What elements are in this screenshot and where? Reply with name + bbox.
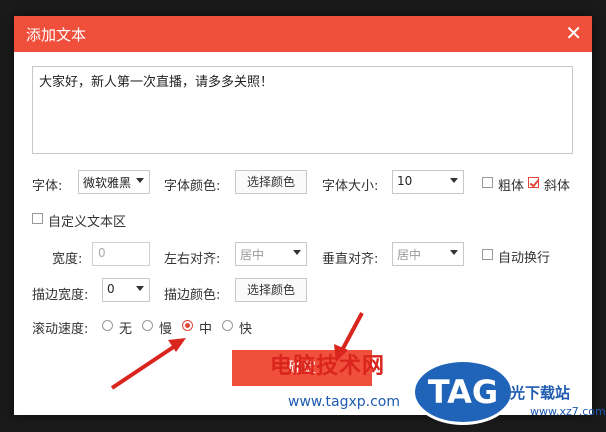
watermark-text: 电脑技术网 xyxy=(270,354,386,379)
watermark-side-text: 光下载站 xyxy=(510,384,571,402)
watermark-side-url: www.xz7.com xyxy=(530,405,606,418)
watermark-logo: TAG xyxy=(412,359,514,425)
watermark-url: www.tagxp.com xyxy=(288,394,400,410)
arrow-to-medium-radio xyxy=(110,342,180,390)
